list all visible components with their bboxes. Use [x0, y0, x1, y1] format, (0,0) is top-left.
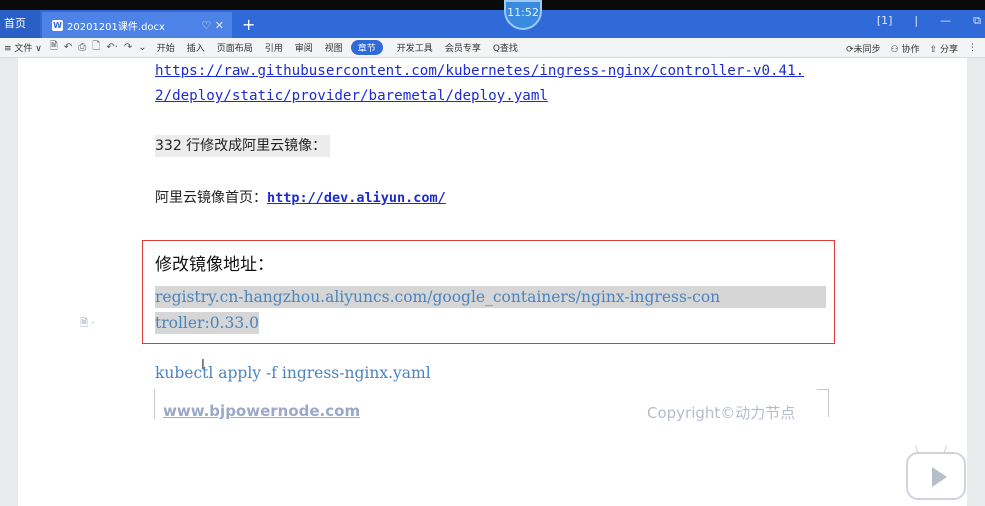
tab-start[interactable]: 开始: [157, 41, 175, 54]
redo-icon[interactable]: ↷: [124, 42, 132, 53]
more-icon[interactable]: ⋮: [968, 43, 977, 53]
aliyun-homepage-line: 阿里云镜像首页：http://dev.aliyun.com/: [155, 187, 446, 207]
ribbon-right-group: ⟳未同步 ⚇ 协作 ⇧ 分享 ⋮: [846, 38, 977, 58]
aliyun-label: 阿里云镜像首页：: [155, 190, 267, 206]
play-icon: [932, 467, 947, 487]
box-heading: 修改镜像地址：: [155, 255, 274, 275]
undo-history-icon[interactable]: ↶: [64, 42, 72, 53]
paragraph-marker-icon[interactable]: 🗎 ·: [80, 316, 94, 333]
sync-status[interactable]: ⟳未同步: [846, 42, 881, 55]
footer-copyright: Copyright©动力节点: [647, 404, 796, 422]
document-canvas[interactable]: https://raw.githubusercontent.com/kubern…: [0, 58, 985, 506]
play-button[interactable]: [906, 452, 966, 500]
tab-review[interactable]: 审阅: [295, 41, 313, 54]
divider: |: [914, 14, 919, 27]
window-controls: [1] | — ⧉: [877, 14, 981, 28]
word-doc-icon: W: [52, 19, 63, 31]
collaborate-button[interactable]: ⚇ 协作: [891, 42, 920, 55]
tab-developer[interactable]: 开发工具: [397, 41, 433, 54]
tab-find[interactable]: Q查找: [493, 41, 518, 54]
line-332-text: 332 行修改成阿里云镜像：: [155, 135, 331, 157]
tab-view[interactable]: 视图: [325, 41, 343, 54]
document-tab-title: 20201201课件.docx: [67, 21, 165, 33]
page-count-icon[interactable]: [1]: [877, 14, 893, 28]
github-link-line-1[interactable]: https://raw.githubusercontent.com/kubern…: [155, 63, 804, 79]
footer-site-link[interactable]: www.bjpowernode.com: [163, 402, 360, 420]
new-tab-button[interactable]: +: [242, 15, 255, 34]
tab-controls[interactable]: ♡ ✕: [201, 19, 224, 32]
tab-member[interactable]: 会员专享: [445, 41, 481, 54]
image-address-line-2: troller:0.33.0: [155, 312, 259, 334]
share-button[interactable]: ⇧ 分享: [930, 42, 958, 55]
tab-references[interactable]: 引用: [265, 41, 283, 54]
footer-bracket-right: [817, 389, 829, 417]
tab-page-layout[interactable]: 页面布局: [217, 41, 253, 54]
home-tab[interactable]: 首页: [0, 10, 40, 38]
kubectl-command: kubectl apply -f ingress-nginx.yaml: [155, 364, 431, 382]
restore-icon[interactable]: ⧉: [973, 14, 981, 28]
tab-insert[interactable]: 插入: [187, 41, 205, 54]
file-menu[interactable]: ≡ 文件 ∨: [4, 41, 42, 54]
github-link-line-2[interactable]: 2/deploy/static/provider/baremetal/deplo…: [155, 88, 548, 104]
tab-strip: 首页 W 20201201课件.docx ♡ ✕ +: [0, 10, 985, 38]
line-332-note: 332 行修改成阿里云镜像：: [155, 135, 331, 157]
text-cursor-icon: I: [201, 358, 205, 373]
aliyun-link[interactable]: http://dev.aliyun.com/: [267, 190, 446, 206]
image-address-line-1: registry.cn-hangzhou.aliyuncs.com/google…: [155, 286, 826, 308]
tab-chapter[interactable]: 章节: [350, 40, 383, 55]
preview-icon[interactable]: 🗋: [92, 39, 100, 56]
customize-icon[interactable]: ⌄: [138, 42, 146, 53]
print-icon[interactable]: ⎙: [78, 42, 86, 53]
undo-icon[interactable]: ↶·: [106, 42, 118, 53]
minimize-icon[interactable]: —: [940, 14, 951, 28]
document-tab[interactable]: W 20201201课件.docx ♡ ✕: [42, 12, 232, 38]
top-edge-bar: [0, 0, 985, 10]
save-icon[interactable]: 🗎: [50, 39, 58, 56]
ribbon-menubar: ≡ 文件 ∨ 🗎 ↶ ⎙ 🗋 ↶· ↷ ⌄ 开始 插入 页面布局 引用 审阅 视…: [0, 38, 985, 58]
